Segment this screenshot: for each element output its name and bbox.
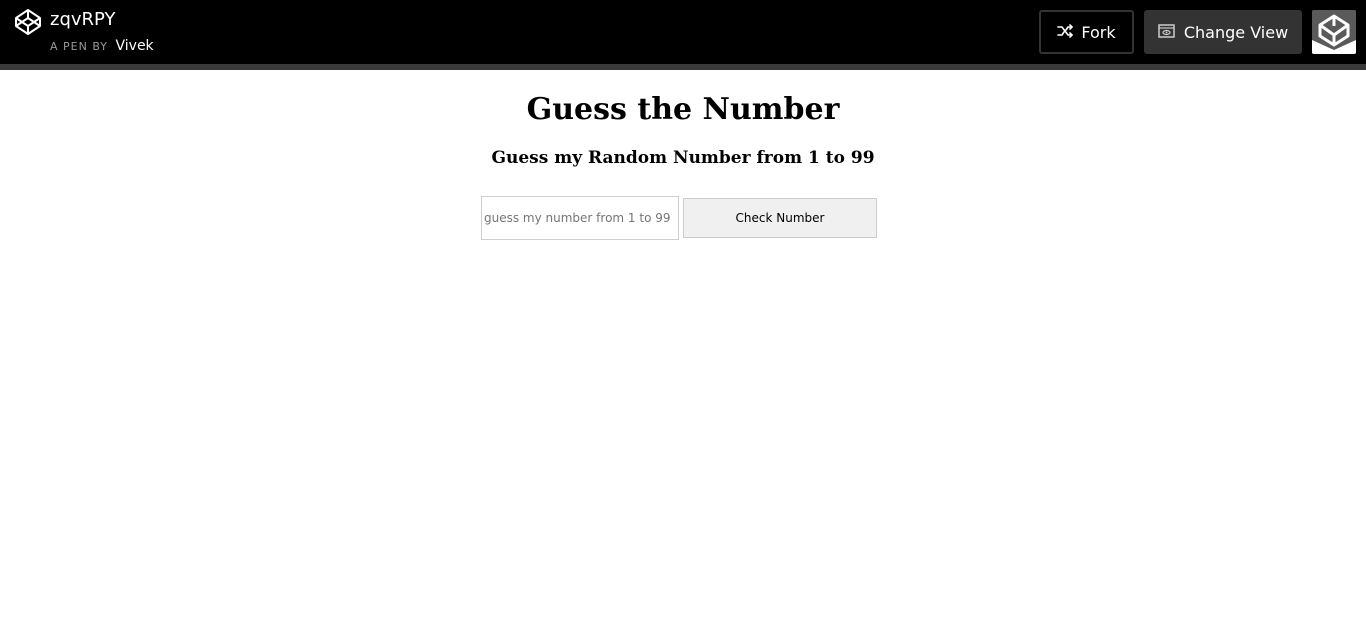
top-bar: zqvRPY A PEN BY Vivek Fork Change View	[0, 0, 1366, 70]
change-view-icon	[1158, 23, 1175, 42]
page-subtitle: Guess my Random Number from 1 to 99	[491, 148, 875, 168]
check-number-button[interactable]: Check Number	[683, 198, 877, 238]
pen-by-label: A PEN BY	[50, 40, 108, 53]
pen-author-line: A PEN BY Vivek	[50, 37, 154, 56]
pen-title: zqvRPY	[50, 9, 116, 30]
fork-button[interactable]: Fork	[1039, 10, 1134, 54]
avatar[interactable]	[1312, 10, 1356, 54]
change-view-label: Change View	[1183, 22, 1289, 42]
author-link[interactable]: Vivek	[116, 38, 154, 54]
guess-input[interactable]	[481, 196, 679, 240]
codepen-avatar-icon	[1312, 10, 1356, 54]
fork-icon	[1057, 23, 1074, 42]
change-view-button[interactable]: Change View	[1144, 10, 1302, 54]
fork-label: Fork	[1081, 22, 1116, 42]
codepen-logo-icon[interactable]	[14, 8, 42, 36]
page-title: Guess the Number	[526, 92, 840, 127]
